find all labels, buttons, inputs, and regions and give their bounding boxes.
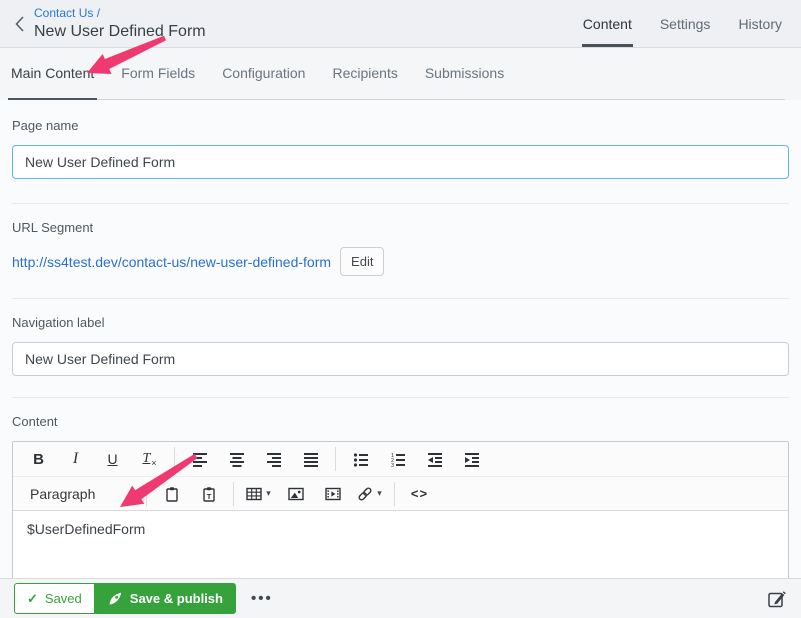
subtab-strip: Main Content Form Fields Configuration R… <box>8 48 785 100</box>
outdent-button[interactable] <box>419 445 450 473</box>
chevron-down-icon: ▾ <box>377 488 382 499</box>
indent-button[interactable] <box>456 445 487 473</box>
url-segment-link[interactable]: http://ss4test.dev/contact-us/new-user-d… <box>12 254 331 270</box>
subtab-configuration[interactable]: Configuration <box>219 48 308 100</box>
paste-icon <box>164 486 180 502</box>
toolbar-separator <box>174 447 175 471</box>
cms-page-editor: Contact Us / New User Defined Form Conte… <box>0 0 801 618</box>
subtab-main-content[interactable]: Main Content <box>8 48 97 100</box>
check-icon: ✓ <box>27 591 38 607</box>
toolbar-separator <box>233 482 234 506</box>
italic-button[interactable]: I <box>60 445 91 473</box>
bold-button[interactable]: B <box>23 445 54 473</box>
toolbar-row-2: Paragraph ▾ T <box>13 477 788 510</box>
media-icon <box>325 487 341 501</box>
bold-icon: B <box>33 451 44 468</box>
compose-icon <box>767 589 787 609</box>
underline-icon: U <box>107 451 117 467</box>
svg-text:T: T <box>206 492 211 501</box>
navigation-label-input[interactable] <box>12 342 789 376</box>
align-left-button[interactable] <box>184 445 215 473</box>
align-justify-button[interactable] <box>295 445 326 473</box>
divider <box>12 203 789 204</box>
subtab-bar: Main Content Form Fields Configuration R… <box>0 48 801 100</box>
save-and-publish-label: Save & publish <box>130 591 223 606</box>
edit-compose-button[interactable] <box>767 589 787 609</box>
page-name-input[interactable] <box>12 145 789 179</box>
toolbar-separator <box>394 482 395 506</box>
bullet-list-icon <box>353 451 369 467</box>
divider <box>12 397 789 398</box>
chevron-down-icon: ▾ <box>129 488 134 499</box>
paragraph-format-value: Paragraph <box>30 486 95 502</box>
clear-formatting-x: × <box>151 458 156 468</box>
chevron-down-icon: ▾ <box>266 488 271 499</box>
align-right-button[interactable] <box>258 445 289 473</box>
toolbar-separator <box>335 447 336 471</box>
toolbar-row-1: B I U T × <box>13 442 788 477</box>
title-block: Contact Us / New User Defined Form <box>32 0 206 47</box>
save-and-publish-button[interactable]: Save & publish <box>95 583 236 614</box>
subtab-recipients[interactable]: Recipients <box>329 48 400 100</box>
rocket-icon <box>108 591 123 606</box>
numbered-list-icon: 1 2 3 <box>390 451 406 467</box>
outdent-icon <box>427 451 443 467</box>
align-right-icon <box>266 451 282 467</box>
paragraph-format-select[interactable]: Paragraph ▾ <box>20 480 140 508</box>
edit-form: Page name URL Segment http://ss4test.dev… <box>0 100 801 583</box>
page-title: New User Defined Form <box>34 21 206 42</box>
insert-link-button[interactable]: ▾ <box>354 480 385 508</box>
table-button[interactable]: ▾ <box>243 480 274 508</box>
header: Contact Us / New User Defined Form Conte… <box>0 0 801 48</box>
insert-image-button[interactable] <box>280 480 311 508</box>
back-button[interactable] <box>6 0 32 47</box>
divider <box>12 298 789 299</box>
source-code-button[interactable]: <> <box>404 480 435 508</box>
saved-button-label: Saved <box>45 591 82 606</box>
align-center-button[interactable] <box>221 445 252 473</box>
tab-history[interactable]: History <box>737 0 783 47</box>
paste-as-text-icon: T <box>201 486 217 502</box>
more-options-button[interactable]: ••• <box>251 590 273 607</box>
underline-button[interactable]: U <box>97 445 128 473</box>
page-name-label: Page name <box>12 118 789 133</box>
actions-bar: ✓ Saved Save & publish ••• <box>0 578 801 618</box>
url-segment-label: URL Segment <box>12 220 789 235</box>
image-icon <box>288 486 304 502</box>
italic-icon: I <box>73 450 78 468</box>
url-edit-button[interactable]: Edit <box>340 247 384 276</box>
link-icon <box>357 486 373 502</box>
editor-content[interactable]: $UserDefinedForm <box>13 511 788 582</box>
code-icon: <> <box>411 486 428 501</box>
save-button-group: ✓ Saved Save & publish <box>14 583 236 614</box>
chevron-left-icon <box>14 15 25 33</box>
toolbar-separator <box>146 482 147 506</box>
navigation-label-label: Navigation label <box>12 315 789 330</box>
bullet-list-button[interactable] <box>345 445 376 473</box>
tab-content[interactable]: Content <box>582 0 633 47</box>
breadcrumb[interactable]: Contact Us / <box>34 6 206 21</box>
table-icon <box>246 487 262 501</box>
align-center-icon <box>229 451 245 467</box>
subtab-form-fields[interactable]: Form Fields <box>118 48 198 100</box>
content-label: Content <box>12 414 789 429</box>
clear-formatting-icon: T <box>142 451 150 467</box>
svg-text:3: 3 <box>391 463 394 467</box>
paste-button[interactable] <box>156 480 187 508</box>
paste-as-text-button[interactable]: T <box>193 480 224 508</box>
indent-icon <box>464 451 480 467</box>
numbered-list-button[interactable]: 1 2 3 <box>382 445 413 473</box>
saved-button[interactable]: ✓ Saved <box>14 583 95 614</box>
tab-settings[interactable]: Settings <box>659 0 712 47</box>
insert-media-button[interactable] <box>317 480 348 508</box>
subtab-submissions[interactable]: Submissions <box>422 48 507 100</box>
url-segment-row: http://ss4test.dev/contact-us/new-user-d… <box>12 247 789 276</box>
align-left-icon <box>192 451 208 467</box>
clear-formatting-button[interactable]: T × <box>134 445 165 473</box>
wysiwyg-editor: B I U T × <box>12 441 789 583</box>
header-tabs: Content Settings History <box>582 0 783 47</box>
align-justify-icon <box>303 451 319 467</box>
editor-toolbar: B I U T × <box>13 442 788 511</box>
